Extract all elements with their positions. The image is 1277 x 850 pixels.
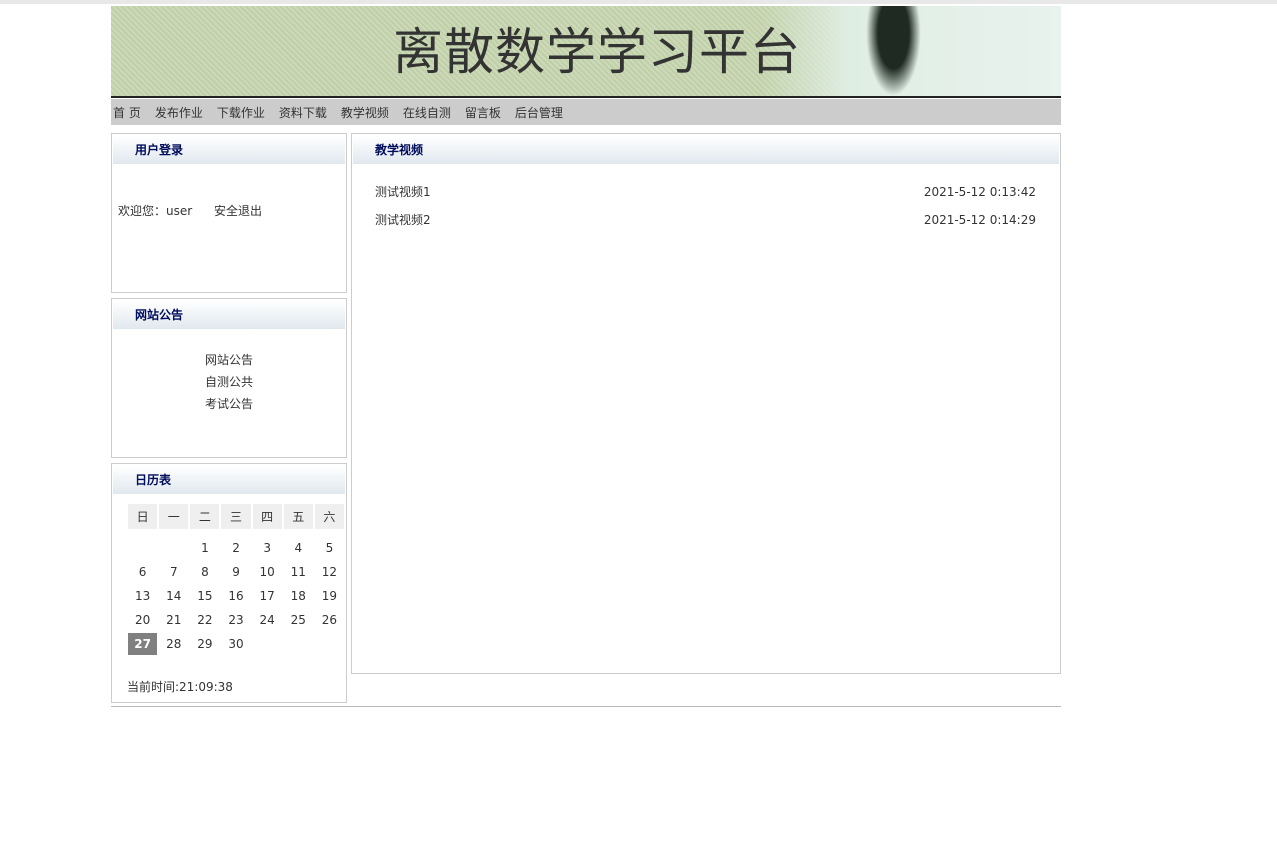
nav-publish-homework[interactable]: 发布作业 <box>155 104 203 121</box>
calendar-day[interactable]: 12 <box>315 561 344 583</box>
calendar-panel: 日历表 日一二三四五六12345678910111213141516171819… <box>111 463 347 703</box>
notice-panel: 网站公告 网站公告 自测公共 考试公告 <box>111 298 347 458</box>
weekday-header: 日 <box>128 504 157 529</box>
calendar-day[interactable]: 26 <box>315 609 344 631</box>
weekday-header: 一 <box>159 504 188 529</box>
weekday-header: 四 <box>253 504 282 529</box>
login-panel: 用户登录 欢迎您：user 安全退出 <box>111 133 347 293</box>
calendar-day[interactable]: 25 <box>284 609 313 631</box>
calendar-day[interactable]: 20 <box>128 609 157 631</box>
site-title: 离散数学学习平台 <box>393 24 801 80</box>
calendar-day[interactable]: 4 <box>284 537 313 559</box>
calendar-day[interactable]: 24 <box>253 609 282 631</box>
main-nav: 首 页 发布作业 下载作业 资料下载 教学视频 在线自测 留言板 后台管理 <box>111 99 1061 125</box>
calendar-day[interactable]: 17 <box>253 585 282 607</box>
calendar-day[interactable]: 11 <box>284 561 313 583</box>
calendar-day[interactable]: 2 <box>221 537 250 559</box>
calendar-day[interactable]: 30 <box>221 633 250 655</box>
notice-link[interactable]: 网站公告 <box>205 353 253 367</box>
calendar-day <box>253 633 282 655</box>
calendar-day[interactable]: 21 <box>159 609 188 631</box>
notice-link[interactable]: 自测公共 <box>205 375 253 389</box>
nav-admin[interactable]: 后台管理 <box>515 104 563 121</box>
notice-panel-title: 网站公告 <box>113 301 345 329</box>
video-panel: 教学视频 测试视频1 2021-5-12 0:13:42 测试视频2 2021-… <box>351 133 1061 674</box>
video-link[interactable]: 测试视频1 <box>375 178 431 206</box>
calendar-day[interactable]: 6 <box>128 561 157 583</box>
calendar-day[interactable]: 15 <box>190 585 219 607</box>
video-date: 2021-5-12 0:13:42 <box>924 178 1036 206</box>
nav-self-test[interactable]: 在线自测 <box>403 104 451 121</box>
calendar-day[interactable]: 19 <box>315 585 344 607</box>
welcome-text: 欢迎您：user <box>118 204 192 218</box>
calendar-day[interactable]: 10 <box>253 561 282 583</box>
calendar-day[interactable]: 13 <box>128 585 157 607</box>
calendar-day[interactable]: 1 <box>190 537 219 559</box>
calendar-day[interactable]: 23 <box>221 609 250 631</box>
calendar-day <box>315 633 344 655</box>
calendar-day[interactable]: 3 <box>253 537 282 559</box>
calendar-day[interactable]: 22 <box>190 609 219 631</box>
nav-download-homework[interactable]: 下载作业 <box>217 104 265 121</box>
video-link[interactable]: 测试视频2 <box>375 206 431 234</box>
calendar-day[interactable]: 8 <box>190 561 219 583</box>
list-item: 测试视频1 2021-5-12 0:13:42 <box>352 178 1060 206</box>
weekday-header: 五 <box>284 504 313 529</box>
list-item: 测试视频2 2021-5-12 0:14:29 <box>352 206 1060 234</box>
logout-link[interactable]: 安全退出 <box>214 204 262 218</box>
calendar-day[interactable]: 27 <box>128 633 157 655</box>
footer-divider <box>111 706 1061 707</box>
calendar-day <box>128 537 157 559</box>
video-panel-title: 教学视频 <box>353 136 1059 164</box>
calendar-day <box>284 633 313 655</box>
calendar-day[interactable]: 16 <box>221 585 250 607</box>
weekday-header: 三 <box>221 504 250 529</box>
login-panel-title: 用户登录 <box>113 136 345 164</box>
calendar-day[interactable]: 14 <box>159 585 188 607</box>
calendar-day[interactable]: 5 <box>315 537 344 559</box>
nav-materials[interactable]: 资料下载 <box>279 104 327 121</box>
calendar-day <box>159 537 188 559</box>
current-time: 当前时间:21:09:38 <box>127 678 233 695</box>
calendar-day[interactable]: 28 <box>159 633 188 655</box>
notice-link[interactable]: 考试公告 <box>205 397 253 411</box>
calendar-day[interactable]: 9 <box>221 561 250 583</box>
weekday-header: 二 <box>190 504 219 529</box>
calendar-day[interactable]: 7 <box>159 561 188 583</box>
calendar-day[interactable]: 18 <box>284 585 313 607</box>
calendar-table: 日一二三四五六123456789101112131415161718192021… <box>126 502 346 657</box>
nav-videos[interactable]: 教学视频 <box>341 104 389 121</box>
banner: 离散数学学习平台 <box>111 6 1061 98</box>
banner-figure-image <box>866 6 921 96</box>
nav-home[interactable]: 首 页 <box>113 104 141 121</box>
page: 离散数学学习平台 首 页 发布作业 下载作业 资料下载 教学视频 在线自测 留言… <box>111 6 1061 125</box>
weekday-header: 六 <box>315 504 344 529</box>
calendar-day[interactable]: 29 <box>190 633 219 655</box>
nav-message-board[interactable]: 留言板 <box>465 104 501 121</box>
calendar-panel-title: 日历表 <box>113 466 345 494</box>
video-date: 2021-5-12 0:14:29 <box>924 206 1036 234</box>
